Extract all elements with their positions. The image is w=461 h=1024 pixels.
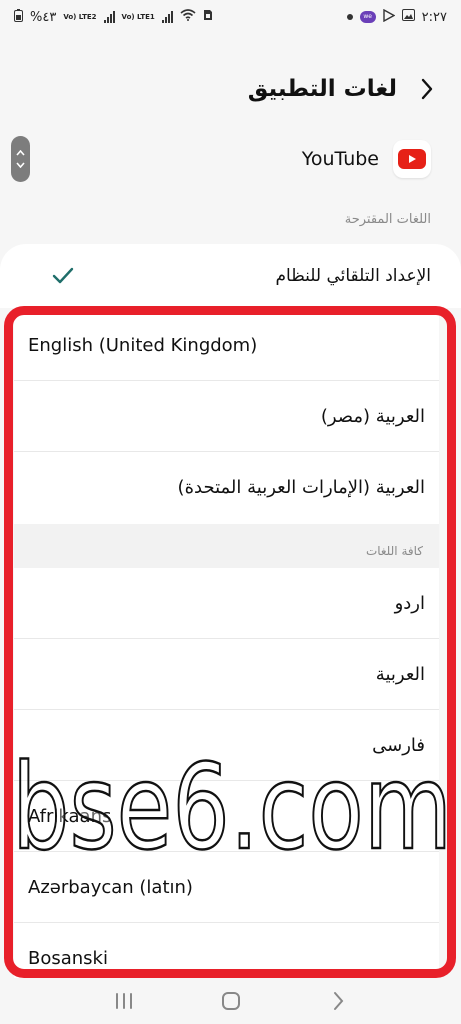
play-store-icon <box>382 8 396 26</box>
home-icon <box>221 992 240 1010</box>
sim-1-indicator: Vo) LTE1 <box>121 12 155 21</box>
language-label: العربية (مصر) <box>320 405 425 427</box>
battery-icon <box>14 8 23 26</box>
wifi-icon <box>180 9 196 25</box>
language-label: فارسی <box>372 734 425 756</box>
sim-2-label: Vo) LTE2 <box>63 12 97 21</box>
language-option-persian[interactable]: فارسی <box>14 710 439 781</box>
back-icon[interactable] <box>417 78 437 100</box>
language-label: اردو <box>394 592 425 614</box>
language-option-afrikaans[interactable]: Afrikaans <box>14 781 439 852</box>
language-option-arabic-egypt[interactable]: العربية (مصر) <box>14 381 439 452</box>
language-option-azerbaijani[interactable]: Azərbaycan (latın) <box>14 852 439 923</box>
section-label-all: كافة اللغات <box>365 544 423 558</box>
app-notification-icon: we <box>359 11 376 23</box>
battery-percent: %٤٣ <box>30 9 57 25</box>
language-label: Afrikaans <box>28 805 112 827</box>
language-option-arabic[interactable]: العربية <box>14 639 439 710</box>
signal-icon <box>103 11 115 23</box>
section-header-all-languages: كافة اللغات <box>14 524 439 568</box>
app-name: YouTube <box>301 148 379 170</box>
system-navigation-bar <box>0 978 461 1024</box>
language-option-arabic-uae[interactable]: العربية (الإمارات العربية المتحدة) <box>14 452 439 523</box>
status-bar: %٤٣ Vo) LTE2 Vo) LTE1 we ٢:٢٧ <box>0 0 461 34</box>
language-label: العربية <box>375 663 425 685</box>
checkmark-icon <box>50 263 76 289</box>
language-option-bosnian[interactable]: Bosanski <box>14 923 439 978</box>
status-bar-right: we ٢:٢٧ <box>346 8 447 26</box>
sim-2-indicator: Vo) LTE2 <box>63 12 97 21</box>
home-button[interactable] <box>211 986 251 1016</box>
notification-dot-icon <box>346 14 353 20</box>
sim-card-icon <box>203 9 213 25</box>
recents-icon <box>115 993 132 1009</box>
app-info-row: YouTube <box>0 134 461 184</box>
recent-apps-button[interactable] <box>104 986 144 1016</box>
nav-back-icon <box>333 992 343 1010</box>
gallery-icon <box>401 9 415 25</box>
suggested-languages-list: English (United Kingdom) العربية (مصر) ا… <box>14 310 439 524</box>
all-languages-list: اردو العربية فارسی Afrikaans Azərbaycan … <box>14 568 439 978</box>
clock-time: ٢:٢٧ <box>421 9 447 25</box>
page-title: لغات التطبيق <box>247 76 397 102</box>
system-default-option[interactable]: الإعداد التلقائي للنظام <box>0 244 461 308</box>
sim-1-label: Vo) LTE1 <box>121 12 155 21</box>
status-bar-left: %٤٣ Vo) LTE2 Vo) LTE1 <box>14 8 213 26</box>
youtube-app-icon <box>393 140 431 178</box>
signal-icon <box>161 11 173 23</box>
section-label-suggested: اللغات المقترحة <box>344 212 431 227</box>
language-label: العربية (الإمارات العربية المتحدة) <box>177 477 425 498</box>
language-label: Azərbaycan (latın) <box>28 876 193 898</box>
language-label: Bosanski <box>28 948 108 969</box>
system-default-label: الإعداد التلقائي للنظام <box>275 266 431 286</box>
language-label: English (United Kingdom) <box>28 334 258 356</box>
language-option-urdu[interactable]: اردو <box>14 568 439 639</box>
back-button[interactable] <box>318 986 358 1016</box>
language-option-english-uk[interactable]: English (United Kingdom) <box>14 310 439 381</box>
page-header: لغات التطبيق <box>0 64 461 114</box>
